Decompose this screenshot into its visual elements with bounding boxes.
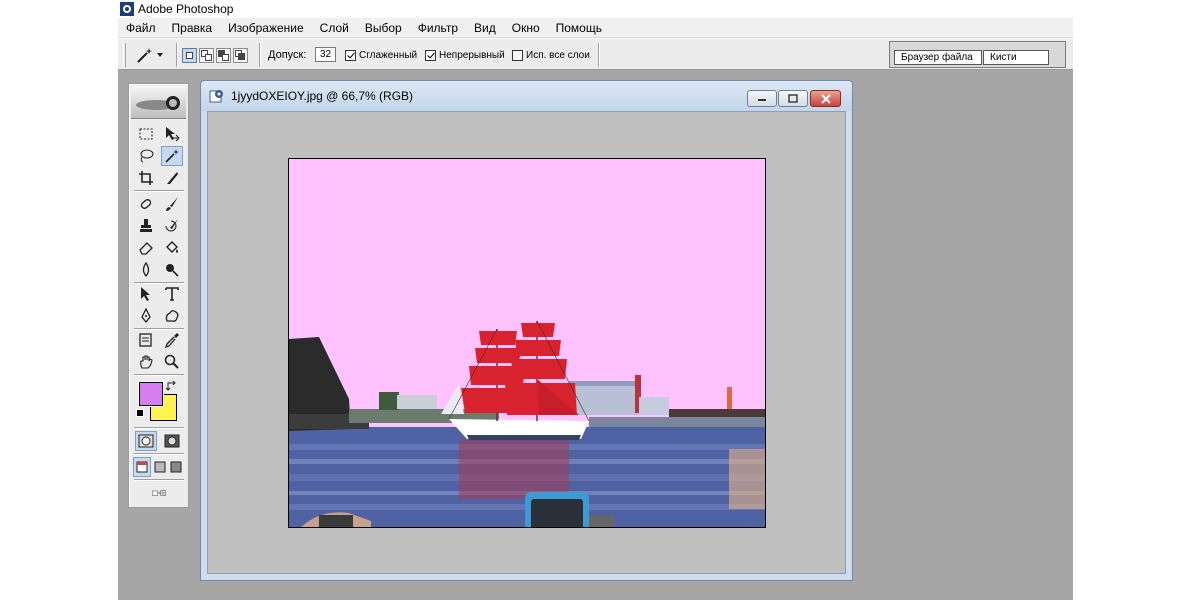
options-separator: [598, 43, 600, 67]
standard-mode-icon[interactable]: [135, 431, 157, 451]
chevron-down-icon: [157, 53, 163, 57]
toolbox: [128, 83, 189, 508]
all-layers-check-box[interactable]: [512, 49, 523, 61]
new-selection-icon[interactable]: [182, 47, 197, 63]
tolerance-input[interactable]: 32: [315, 47, 336, 62]
full-screen-mode-icon[interactable]: [167, 457, 184, 477]
contiguous-checkbox[interactable]: Непрерывный: [425, 39, 505, 71]
anti-alias-check-box[interactable]: [345, 49, 356, 61]
maximize-icon: [788, 94, 798, 103]
all-layers-checkbox[interactable]: Исп. все слои: [512, 39, 590, 71]
magic-wand-icon: [137, 48, 153, 63]
palette-well: Браузер файла Кисти: [889, 41, 1066, 68]
toolbox-separator: [134, 453, 184, 455]
standard-screen-mode-icon[interactable]: [133, 457, 151, 477]
scarlet-sails-photo: [289, 159, 765, 527]
crop-icon[interactable]: [135, 168, 157, 188]
lasso-icon[interactable]: [135, 146, 157, 166]
subtract-from-selection-icon[interactable]: [216, 47, 231, 63]
options-bar: Допуск: 32 Сглаженный Непрерывный Исп. в…: [118, 38, 1073, 70]
toolbox-separator: [134, 427, 184, 429]
options-separator: [176, 43, 178, 67]
brush-icon[interactable]: [161, 194, 183, 214]
add-to-selection-icon[interactable]: [199, 47, 214, 63]
custom-shape-icon[interactable]: [161, 306, 183, 326]
contiguous-check-box[interactable]: [425, 49, 436, 61]
quick-mask-icon[interactable]: [161, 431, 183, 451]
toolbox-header-icon[interactable]: [131, 86, 186, 119]
title-bar: Adobe Photoshop: [118, 0, 1073, 18]
blur-icon[interactable]: [135, 260, 157, 280]
intersect-selection-icon[interactable]: [233, 47, 248, 63]
dodge-icon[interactable]: [161, 260, 183, 280]
close-button[interactable]: [810, 90, 841, 107]
document-canvas-area[interactable]: [207, 111, 846, 574]
toolbox-separator: [134, 479, 184, 481]
tool-preset-picker[interactable]: [134, 39, 174, 71]
paint-bucket-icon[interactable]: [161, 238, 183, 258]
minimize-icon: [758, 98, 766, 101]
type-icon[interactable]: [161, 284, 183, 304]
hand-icon[interactable]: [135, 352, 157, 372]
menu-help[interactable]: Помощь: [548, 18, 610, 38]
menu-image[interactable]: Изображение: [220, 18, 312, 38]
menu-view[interactable]: Вид: [466, 18, 504, 38]
document-title-bar[interactable]: 1jyydOXEIOY.jpg @ 66,7% (RGB): [201, 81, 852, 111]
toolbox-separator: [134, 190, 184, 192]
minimize-button[interactable]: [747, 90, 777, 107]
document-image[interactable]: [288, 158, 766, 528]
menu-select[interactable]: Выбор: [357, 18, 410, 38]
clone-stamp-icon[interactable]: [135, 216, 157, 236]
document-icon: [209, 90, 223, 103]
toolbox-separator: [134, 374, 184, 376]
menu-layer[interactable]: Слой: [312, 18, 357, 38]
menu-edit[interactable]: Правка: [164, 18, 221, 38]
close-icon: [820, 93, 831, 104]
menu-file[interactable]: Файл: [118, 18, 164, 38]
pen-icon[interactable]: [135, 306, 157, 326]
marquee-icon[interactable]: [135, 124, 157, 144]
healing-brush-icon[interactable]: [135, 194, 157, 214]
file-browser-tab[interactable]: Браузер файла: [894, 50, 982, 65]
selection-mode-group: [182, 39, 248, 71]
options-bar-grip[interactable]: [123, 43, 126, 67]
photoshop-window: Adobe Photoshop Файл Правка Изображение …: [118, 0, 1073, 600]
full-screen-menu-mode-icon[interactable]: [151, 457, 168, 477]
default-colors-icon[interactable]: [136, 409, 144, 417]
anti-alias-label: Сглаженный: [359, 49, 418, 61]
menu-window[interactable]: Окно: [504, 18, 548, 38]
magic-wand-tool-icon[interactable]: [161, 146, 183, 166]
options-separator: [259, 43, 261, 67]
slice-icon[interactable]: [161, 168, 183, 188]
move-icon[interactable]: [161, 124, 183, 144]
path-selection-icon[interactable]: [135, 284, 157, 304]
all-layers-label: Исп. все слои: [526, 49, 590, 61]
swap-colors-icon[interactable]: [165, 380, 178, 392]
menu-bar: Файл Правка Изображение Слой Выбор Фильт…: [118, 18, 1073, 38]
eraser-icon[interactable]: [135, 238, 157, 258]
maximize-button[interactable]: [778, 90, 808, 107]
tolerance-label: Допуск:: [268, 49, 307, 61]
photoshop-app-icon: [120, 2, 134, 16]
document-window: 1jyydOXEIOY.jpg @ 66,7% (RGB): [200, 80, 853, 581]
app-title: Adobe Photoshop: [138, 2, 234, 16]
anti-alias-checkbox[interactable]: Сглаженный: [345, 39, 417, 71]
eyedropper-icon[interactable]: [161, 330, 183, 350]
notes-icon[interactable]: [135, 330, 157, 350]
jump-to-imageready-icon[interactable]: [133, 483, 185, 503]
zoom-icon[interactable]: [161, 352, 183, 372]
foreground-color-swatch[interactable]: [138, 381, 164, 407]
document-title: 1jyydOXEIOY.jpg @ 66,7% (RGB): [231, 89, 414, 103]
brushes-tab[interactable]: Кисти: [983, 50, 1049, 65]
history-brush-icon[interactable]: [161, 216, 183, 236]
contiguous-label: Непрерывный: [439, 49, 505, 61]
menu-filter[interactable]: Фильтр: [410, 18, 466, 38]
